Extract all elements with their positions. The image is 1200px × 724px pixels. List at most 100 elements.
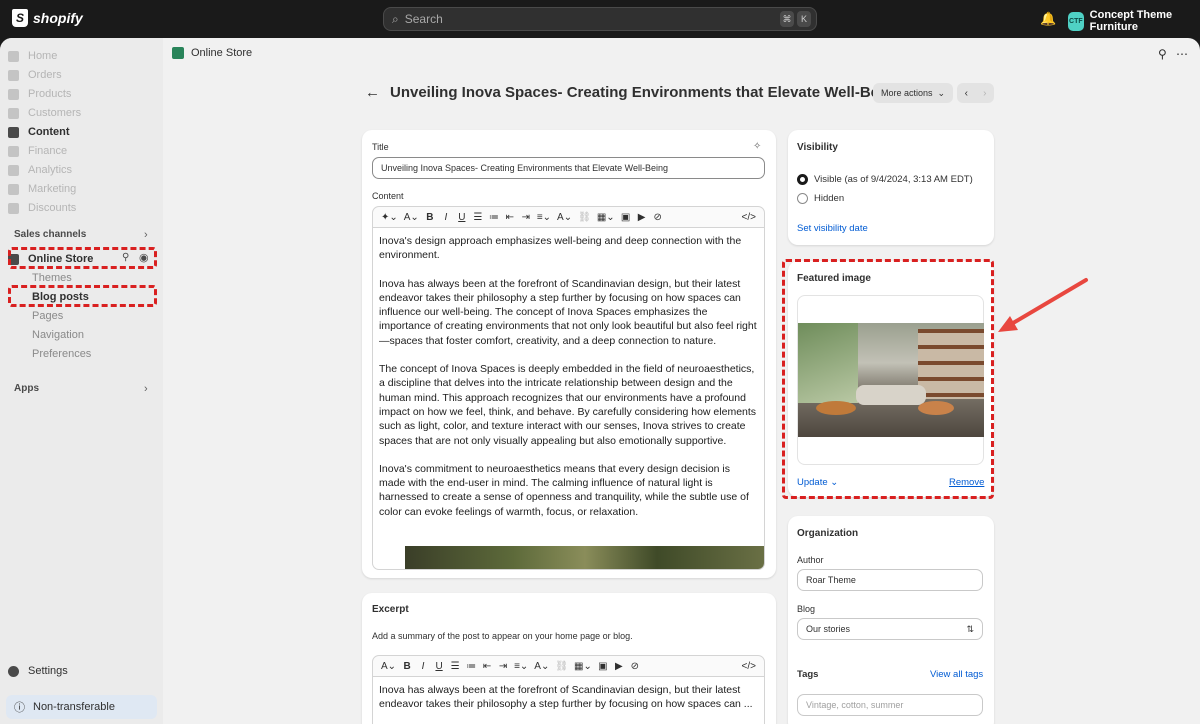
breadcrumb: Online Store xyxy=(172,47,252,59)
apps-heading[interactable]: Apps xyxy=(14,383,39,394)
products-icon xyxy=(8,88,19,100)
sidebar-item-orders[interactable]: Orders xyxy=(8,66,62,84)
indent-icon[interactable]: ⇥ xyxy=(521,212,531,223)
title-input[interactable]: Unveiling Inova Spaces- Creating Environ… xyxy=(372,157,765,179)
sidebar-item-label: Marketing xyxy=(28,183,77,195)
embedded-forest-image[interactable] xyxy=(405,546,764,569)
breadcrumb-section[interactable]: Online Store xyxy=(191,47,252,59)
sidebar-item-label: Settings xyxy=(28,665,68,677)
italic-icon[interactable]: I xyxy=(441,212,451,223)
prev-post-button[interactable]: ‹ xyxy=(957,83,976,103)
video-icon[interactable]: ▶ xyxy=(614,661,624,672)
sidebar-item-label: Home xyxy=(28,50,58,62)
html-code-icon[interactable]: </> xyxy=(742,212,756,223)
clear-format-icon[interactable]: ⊘ xyxy=(653,212,663,223)
link-icon[interactable]: ⛓ xyxy=(555,661,568,672)
post-pager: ‹ › xyxy=(957,83,994,103)
back-arrow-icon[interactable]: ← xyxy=(365,84,380,101)
visible-radio[interactable]: Visible (as of 9/4/2024, 3:13 AM EDT) xyxy=(797,174,973,185)
sidebar-subitem-themes[interactable]: Themes xyxy=(32,272,72,284)
bold-icon[interactable]: B xyxy=(402,661,412,672)
outdent-icon[interactable]: ⇤ xyxy=(505,212,515,223)
content-paragraph: The concept of Inova Spaces is deeply em… xyxy=(379,363,757,447)
text-color-icon[interactable]: A⌄ xyxy=(557,212,572,223)
excerpt-title: Excerpt xyxy=(372,604,409,615)
hidden-radio[interactable]: Hidden xyxy=(797,193,844,204)
view-all-tags-link[interactable]: View all tags xyxy=(930,669,983,680)
chevron-right-icon[interactable]: › xyxy=(144,229,148,241)
author-input[interactable]: Roar Theme xyxy=(797,569,983,591)
sidebar-item-label: Products xyxy=(28,88,72,100)
chevron-right-icon[interactable]: › xyxy=(144,383,148,395)
html-code-icon[interactable]: </> xyxy=(742,661,756,672)
next-post-button[interactable]: › xyxy=(976,83,995,103)
pin-icon[interactable]: ⚲ xyxy=(1158,47,1167,61)
bold-icon[interactable]: B xyxy=(425,212,435,223)
non-transferable-banner[interactable]: ⓘ Non-transferable xyxy=(6,695,157,719)
video-icon[interactable]: ▶ xyxy=(637,212,647,223)
sidebar-item-home[interactable]: Home xyxy=(8,47,57,65)
bullet-list-icon[interactable]: ☰ xyxy=(473,212,483,223)
text-color-icon[interactable]: A⌄ xyxy=(534,661,549,672)
rich-text-toolbar: ✦⌄ A⌄ B I U ☰ ≔ ⇤ ⇥ ≡⌄ A⌄ ⛓ ▦⌄ ▣ ▶ ⊘ </> xyxy=(372,206,765,228)
text-style-icon[interactable]: A⌄ xyxy=(381,661,396,672)
tags-input[interactable]: Vintage, cotton, summer xyxy=(797,694,983,716)
bullet-list-icon[interactable]: ☰ xyxy=(450,661,460,672)
sidebar-subitem-pages[interactable]: Pages xyxy=(32,310,63,322)
shopify-logo[interactable]: shopify xyxy=(12,9,83,27)
sidebar-item-content[interactable]: Content xyxy=(8,123,70,141)
excerpt-editor[interactable]: Inova has always been at the forefront o… xyxy=(372,677,765,724)
sales-channels-heading[interactable]: Sales channels xyxy=(14,229,86,240)
content-paragraph: Inova's commitment to neuroaesthetics me… xyxy=(379,462,749,518)
italic-icon[interactable]: I xyxy=(418,661,428,672)
shopify-bag-icon xyxy=(12,9,28,27)
store-menu[interactable]: CTF Concept Theme Furniture xyxy=(1068,9,1200,33)
link-icon[interactable]: ⛓ xyxy=(578,212,591,223)
top-bar: shopify ⌕ Search ⌘ K 🔔 CTF Concept Theme… xyxy=(0,0,1200,38)
ai-tools-icon[interactable]: ✦⌄ xyxy=(381,212,398,223)
image-icon[interactable]: ▣ xyxy=(621,212,631,223)
sidebar-item-products[interactable]: Products xyxy=(8,85,71,103)
sidebar-item-discounts[interactable]: Discounts xyxy=(8,199,76,217)
content-editor[interactable]: Inova's design approach emphasizes well-… xyxy=(372,228,765,570)
online-store-icon xyxy=(172,47,184,59)
sidebar-item-customers[interactable]: Customers xyxy=(8,104,81,122)
align-icon[interactable]: ≡⌄ xyxy=(514,661,528,672)
radio-checked-icon xyxy=(797,174,808,185)
kbd-k: K xyxy=(797,11,811,27)
online-store-highlight xyxy=(8,247,157,269)
analytics-icon xyxy=(8,164,19,176)
clear-format-icon[interactable]: ⊘ xyxy=(630,661,640,672)
blog-select[interactable]: Our stories ⇅ xyxy=(797,618,983,640)
align-icon[interactable]: ≡⌄ xyxy=(537,212,551,223)
indent-icon[interactable]: ⇥ xyxy=(498,661,508,672)
image-icon[interactable]: ▣ xyxy=(598,661,608,672)
sidebar-item-marketing[interactable]: Marketing xyxy=(8,180,76,198)
store-avatar: CTF xyxy=(1068,11,1084,31)
underline-icon[interactable]: U xyxy=(457,212,467,223)
organization-title: Organization xyxy=(797,528,859,539)
sidebar-subitem-navigation[interactable]: Navigation xyxy=(32,329,84,341)
sidebar-item-finance[interactable]: Finance xyxy=(8,142,67,160)
sidebar-subitem-preferences[interactable]: Preferences xyxy=(32,348,91,360)
search-input[interactable]: ⌕ Search ⌘ K xyxy=(383,7,817,31)
bell-icon[interactable]: 🔔 xyxy=(1040,11,1056,27)
more-actions-button[interactable]: More actions ⌄ xyxy=(873,83,954,103)
magic-sparkle-icon[interactable]: ✧ xyxy=(753,141,761,152)
table-icon[interactable]: ▦⌄ xyxy=(597,212,615,223)
outdent-icon[interactable]: ⇤ xyxy=(482,661,492,672)
more-icon[interactable]: ⋯ xyxy=(1176,47,1188,61)
text-style-icon[interactable]: A⌄ xyxy=(404,212,419,223)
table-icon[interactable]: ▦⌄ xyxy=(574,661,592,672)
set-visibility-date-link[interactable]: Set visibility date xyxy=(797,223,868,234)
numbered-list-icon[interactable]: ≔ xyxy=(466,661,476,672)
title-label: Title xyxy=(372,142,389,152)
page-title: Unveiling Inova Spaces- Creating Environ… xyxy=(390,84,902,101)
numbered-list-icon[interactable]: ≔ xyxy=(489,212,499,223)
sidebar-item-label: Customers xyxy=(28,107,82,119)
marketing-icon xyxy=(8,183,19,195)
sidebar-item-analytics[interactable]: Analytics xyxy=(8,161,72,179)
tags-label: Tags xyxy=(797,669,819,680)
sidebar-item-settings[interactable]: Settings xyxy=(8,662,68,680)
underline-icon[interactable]: U xyxy=(434,661,444,672)
